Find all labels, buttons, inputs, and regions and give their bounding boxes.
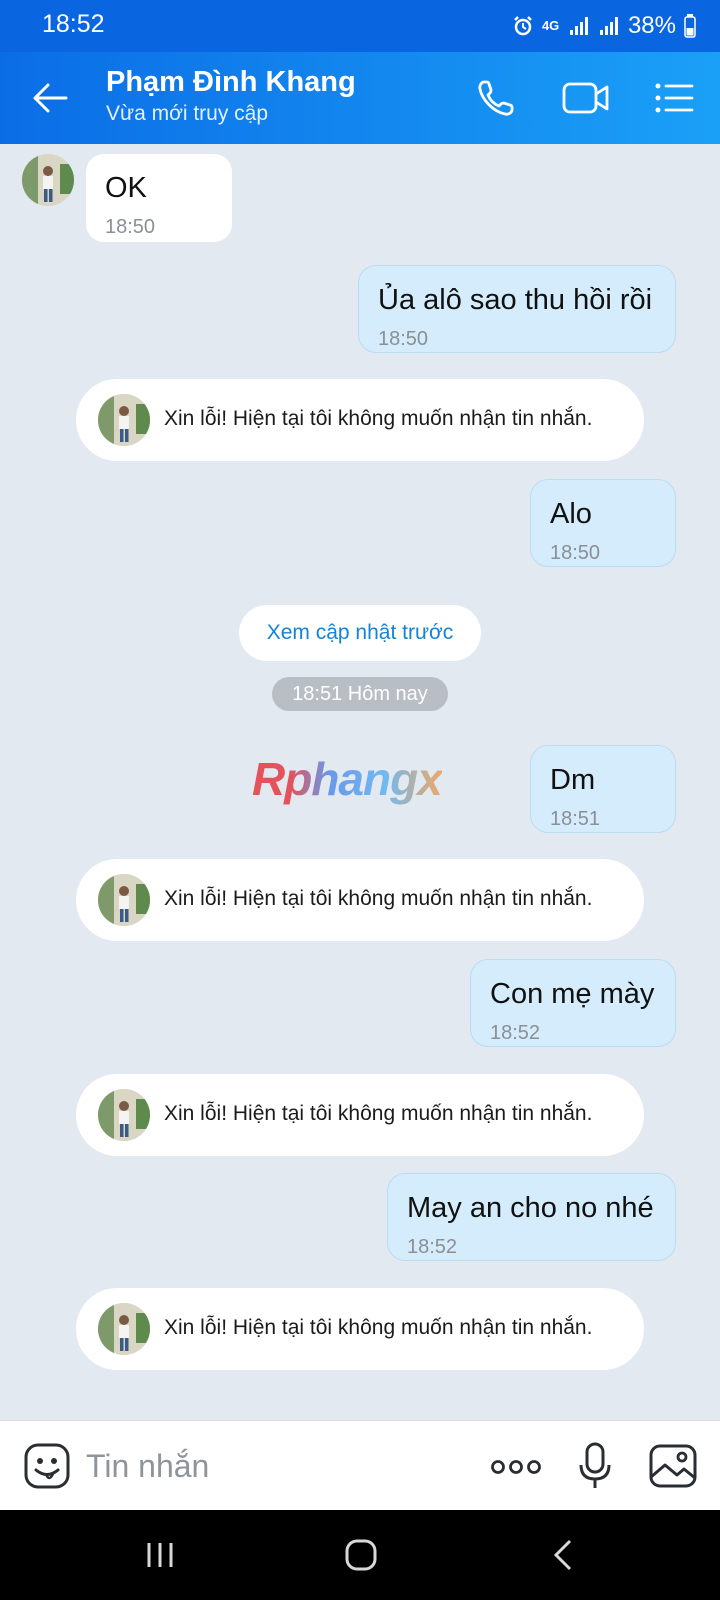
message-list[interactable]: OK 18:50 Ủa alô sao thu hồi rồi 18:50 Xi… — [0, 144, 720, 1420]
contact-avatar — [98, 1089, 150, 1141]
home-icon — [345, 1539, 377, 1571]
network-type-icon: 4G — [541, 18, 560, 33]
video-camera-icon — [562, 82, 609, 114]
message-time: 18:50 — [550, 542, 601, 564]
message-text: OK — [105, 172, 147, 204]
auto-reply-text: Xin lỗi! Hiện tại tôi không muốn nhận ti… — [164, 1102, 593, 1125]
contact-avatar — [98, 1303, 150, 1355]
message-text: May an cho no nhé — [407, 1192, 654, 1224]
contact-status: Vừa mới truy cập — [106, 102, 269, 125]
status-time: 18:52 — [42, 10, 105, 38]
chat-menu-button[interactable] — [648, 72, 700, 124]
auto-reply-message[interactable]: Xin lỗi! Hiện tại tôi không muốn nhận ti… — [76, 379, 644, 461]
status-icons: 4G 38% — [512, 10, 696, 42]
battery-percent: 38% — [627, 12, 676, 39]
contact-avatar — [98, 394, 150, 446]
auto-reply-text: Xin lỗi! Hiện tại tôi không muốn nhận ti… — [164, 407, 593, 430]
auto-reply-text: Xin lỗi! Hiện tại tôi không muốn nhận ti… — [164, 887, 593, 910]
outgoing-message[interactable]: Con mẹ mày 18:52 — [470, 959, 676, 1047]
menu-list-icon — [655, 83, 694, 113]
sticker-icon — [24, 1443, 70, 1489]
outgoing-message[interactable]: Ủa alô sao thu hồi rồi 18:50 — [358, 265, 676, 353]
sticker-button[interactable] — [22, 1441, 72, 1491]
message-text: Alo — [550, 498, 592, 530]
signal-icon — [598, 15, 620, 37]
outgoing-message[interactable]: May an cho no nhé 18:52 — [387, 1173, 676, 1261]
more-options-button[interactable] — [488, 1447, 544, 1487]
image-icon — [649, 1444, 697, 1488]
message-text: Ủa alô sao thu hồi rồi — [378, 284, 653, 316]
contact-avatar — [98, 874, 150, 926]
view-previous-updates-button[interactable]: Xem cập nhật trước — [239, 605, 481, 661]
watermark-logo: Rphangx — [252, 753, 443, 805]
auto-reply-message[interactable]: Xin lỗi! Hiện tại tôi không muốn nhận ti… — [76, 1288, 644, 1370]
incoming-message[interactable]: OK 18:50 — [86, 154, 232, 242]
message-time: 18:52 — [490, 1022, 541, 1044]
chat-header: Phạm Đình Khang Vừa mới truy cập — [0, 52, 720, 144]
auto-reply-text: Xin lỗi! Hiện tại tôi không muốn nhận ti… — [164, 1316, 593, 1339]
voice-message-button[interactable] — [575, 1441, 615, 1491]
date-separator: 18:51 Hôm nay — [272, 677, 448, 711]
status-bar: 18:52 4G 38% — [0, 0, 720, 52]
back-chevron-icon — [553, 1539, 572, 1571]
message-time: 18:50 — [378, 328, 429, 350]
voice-call-button[interactable] — [470, 72, 522, 124]
message-composer — [0, 1420, 720, 1510]
battery-icon — [684, 14, 696, 38]
auto-reply-message[interactable]: Xin lỗi! Hiện tại tôi không muốn nhận ti… — [76, 859, 644, 941]
contact-avatar[interactable] — [22, 154, 74, 206]
message-time: 18:50 — [105, 216, 156, 238]
more-icon — [491, 1460, 541, 1474]
signal-icon — [568, 15, 590, 37]
back-button[interactable] — [28, 76, 72, 120]
microphone-icon — [579, 1442, 611, 1488]
system-navigation-bar — [0, 1510, 720, 1600]
home-button[interactable] — [336, 1532, 386, 1578]
recent-apps-icon — [147, 1543, 173, 1567]
system-back-button[interactable] — [538, 1532, 588, 1578]
message-input[interactable] — [86, 1441, 466, 1491]
recent-apps-button[interactable] — [135, 1532, 185, 1578]
phone-icon — [478, 80, 514, 116]
contact-name[interactable]: Phạm Đình Khang — [106, 66, 356, 99]
back-arrow-icon — [33, 83, 68, 113]
video-call-button[interactable] — [560, 72, 612, 124]
outgoing-message[interactable]: Dm 18:51 — [530, 745, 676, 833]
send-image-button[interactable] — [648, 1441, 698, 1491]
auto-reply-message[interactable]: Xin lỗi! Hiện tại tôi không muốn nhận ti… — [76, 1074, 644, 1156]
message-text: Dm — [550, 764, 596, 796]
message-text: Con mẹ mày — [490, 978, 655, 1010]
outgoing-message[interactable]: Alo 18:50 — [530, 479, 676, 567]
message-time: 18:51 — [550, 808, 601, 830]
alarm-icon — [512, 15, 534, 37]
message-time: 18:52 — [407, 1236, 458, 1258]
